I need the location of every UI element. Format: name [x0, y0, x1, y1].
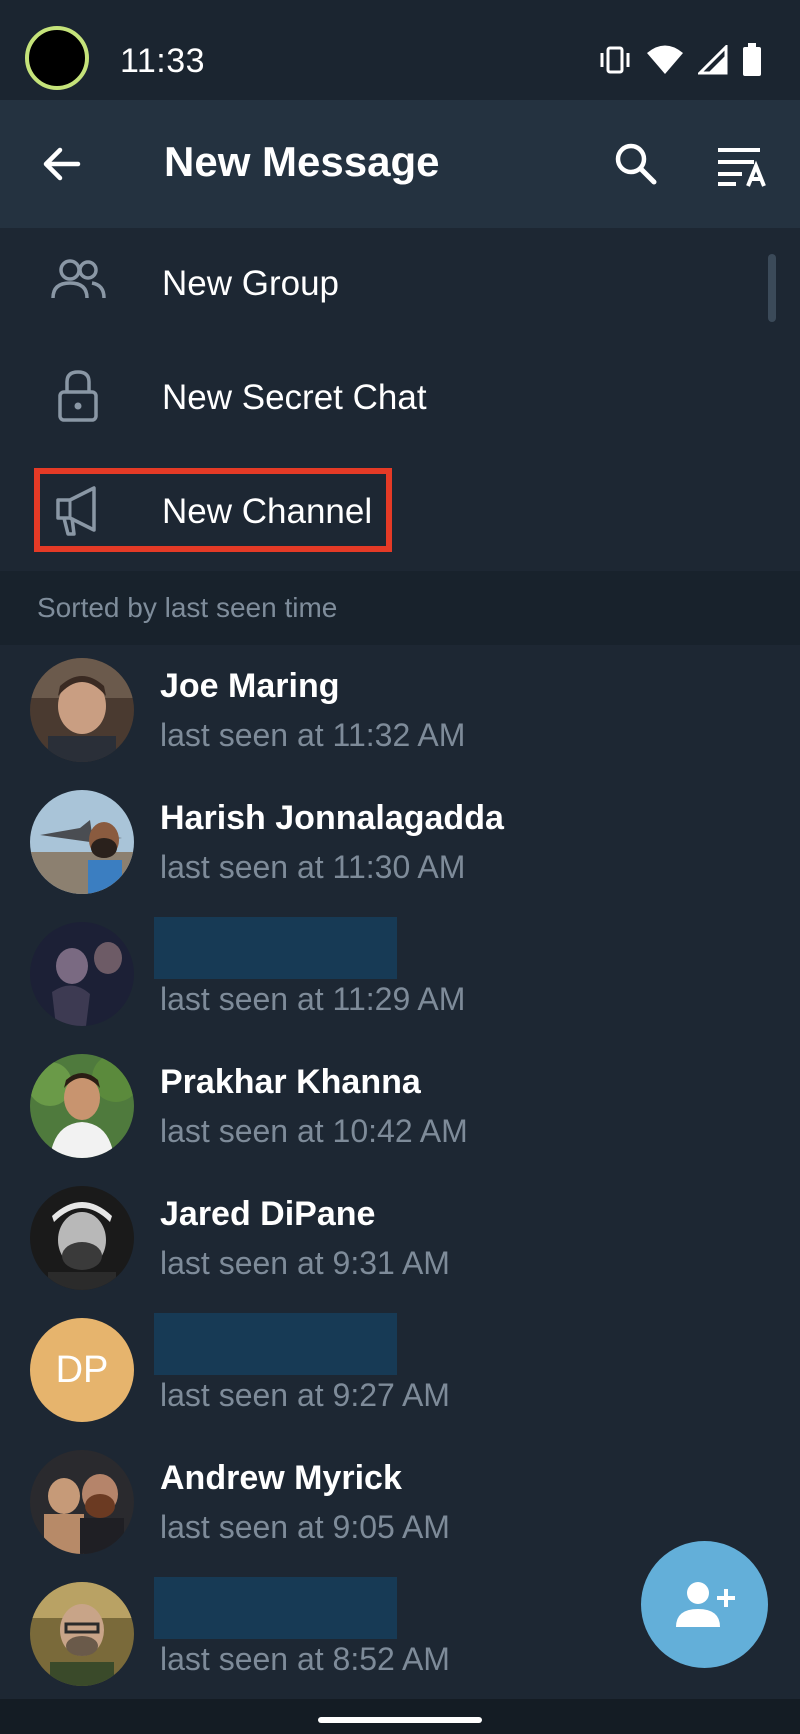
redacted-name [154, 1577, 397, 1639]
redacted-name [154, 917, 397, 979]
contact-row[interactable]: Joe Maring last seen at 11:32 AM [0, 645, 800, 777]
section-header: Sorted by last seen time [0, 571, 800, 645]
camera-cutout [25, 26, 89, 90]
sort-az-icon[interactable] [716, 144, 770, 188]
group-icon [51, 259, 106, 299]
contact-last-seen: last seen at 9:27 AM [160, 1377, 450, 1413]
avatar: DP [30, 1318, 134, 1422]
avatar [30, 790, 134, 894]
avatar [30, 922, 134, 1026]
contact-last-seen: last seen at 10:42 AM [160, 1113, 468, 1149]
menu-item-label: New Secret Chat [162, 378, 427, 417]
contact-name: Jared DiPane [160, 1195, 376, 1233]
arrow-back-icon[interactable] [38, 140, 86, 188]
avatar [30, 658, 134, 762]
contact-row[interactable]: Jared DiPane last seen at 9:31 AM [0, 1173, 800, 1305]
contact-name: Joe Maring [160, 667, 340, 705]
status-icons [598, 43, 762, 77]
status-time: 11:33 [120, 42, 206, 80]
redacted-name [154, 1313, 397, 1375]
contact-last-seen: last seen at 9:31 AM [160, 1245, 450, 1281]
section-header-label: Sorted by last seen time [37, 592, 338, 623]
search-icon[interactable] [612, 140, 660, 188]
contact-row[interactable]: last seen at 11:29 AM [0, 909, 800, 1041]
avatar [30, 1582, 134, 1686]
contact-name: Andrew Myrick [160, 1459, 402, 1497]
avatar [30, 1450, 134, 1554]
page-title: New Message [164, 138, 440, 185]
home-gesture-handle[interactable] [318, 1717, 482, 1723]
contact-name: Harish Jonnalagadda [160, 799, 504, 837]
contact-row[interactable]: DP last seen at 9:27 AM [0, 1305, 800, 1437]
avatar-initials: DP [30, 1318, 134, 1422]
contact-name: Prakhar Khanna [160, 1063, 421, 1101]
battery-icon [743, 43, 761, 76]
menu-item-new-group[interactable]: New Group [0, 228, 800, 342]
menu-item-new-secret-chat[interactable]: New Secret Chat [0, 342, 800, 456]
vibrate-icon [600, 46, 630, 74]
add-contact-button[interactable] [641, 1541, 768, 1668]
wifi-icon [647, 45, 683, 74]
contact-row[interactable]: Prakhar Khanna last seen at 10:42 AM [0, 1041, 800, 1173]
lock-icon [58, 370, 98, 422]
menu-item-label: New Group [162, 264, 340, 303]
contact-last-seen: last seen at 11:32 AM [160, 717, 466, 753]
contact-last-seen: last seen at 11:29 AM [160, 981, 466, 1017]
contact-last-seen: last seen at 11:30 AM [160, 849, 466, 885]
contact-row[interactable]: Harish Jonnalagadda last seen at 11:30 A… [0, 777, 800, 909]
status-bar: 11:33 [0, 0, 800, 100]
avatar [30, 1186, 134, 1290]
contact-list: Joe Maring last seen at 11:32 AM Harish … [0, 645, 800, 1699]
signal-icon [698, 45, 728, 75]
system-nav-bar [0, 1699, 800, 1734]
contact-last-seen: last seen at 8:52 AM [160, 1641, 450, 1677]
app-toolbar: New Message [0, 100, 800, 228]
add-contact-icon [675, 1581, 735, 1627]
highlight-annotation [34, 468, 392, 552]
contact-last-seen: last seen at 9:05 AM [160, 1509, 450, 1545]
new-message-menu: New Group New Secret Chat New Channel [0, 228, 800, 571]
avatar [30, 1054, 134, 1158]
